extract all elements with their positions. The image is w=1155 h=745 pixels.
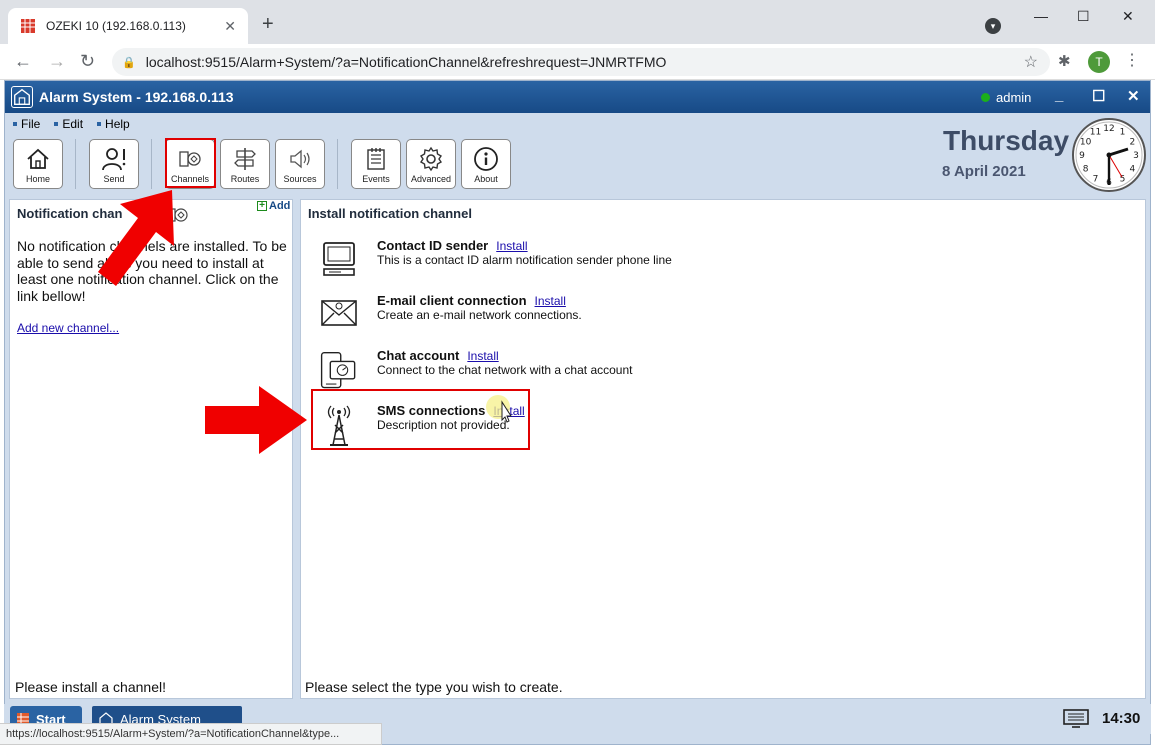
channel-item: Contact ID sender Install This is a conta… bbox=[319, 238, 819, 288]
address-bar-row: ← → ↻ 🔒 localhost:9515/Alarm+System/?a=N… bbox=[0, 44, 1155, 80]
about-button[interactable]: About bbox=[461, 139, 511, 189]
clock-numeral: 12 bbox=[1103, 124, 1114, 134]
date-label: 8 April 2021 bbox=[942, 163, 1026, 180]
clock-numeral: 1 bbox=[1120, 128, 1126, 138]
advanced-button[interactable]: Advanced bbox=[406, 139, 456, 189]
channel-name: Chat account bbox=[377, 348, 460, 363]
channel-description: This is a contact ID alarm notification … bbox=[377, 253, 672, 267]
taskbar-clock: 14:30 bbox=[1102, 710, 1141, 727]
user-status-icon bbox=[981, 93, 990, 102]
toolbar-separator bbox=[337, 139, 338, 189]
clock-numeral: 10 bbox=[1080, 138, 1092, 148]
arrow-to-sms-icon bbox=[205, 386, 307, 454]
clock-numeral: 11 bbox=[1090, 128, 1101, 138]
app-close-icon[interactable]: ✕ bbox=[1127, 87, 1140, 105]
home-button[interactable]: Home bbox=[13, 139, 63, 189]
clock-numeral: 3 bbox=[1133, 151, 1139, 161]
install-contact-id-link[interactable]: Install bbox=[496, 239, 527, 253]
clock-numeral: 9 bbox=[1079, 151, 1085, 161]
user-name: admin bbox=[996, 90, 1032, 105]
minimize-window-icon[interactable]: — bbox=[1034, 8, 1048, 24]
send-button[interactable]: Send bbox=[89, 139, 139, 189]
clock-numeral: 2 bbox=[1130, 138, 1136, 148]
menu-bar: File Edit Help bbox=[5, 115, 136, 133]
favicon-icon bbox=[21, 19, 35, 33]
clock-numeral: 5 bbox=[1120, 174, 1126, 184]
home-icon bbox=[27, 148, 49, 169]
lock-icon: 🔒 bbox=[122, 56, 136, 69]
day-label: Thursday bbox=[943, 125, 1070, 156]
back-icon[interactable]: ← bbox=[14, 52, 32, 70]
extensions-icon[interactable]: ✱ bbox=[1058, 52, 1071, 70]
forward-icon[interactable]: → bbox=[48, 52, 66, 70]
mouse-pointer-icon bbox=[486, 395, 512, 423]
send-icon bbox=[102, 148, 126, 171]
phone-line-icon bbox=[323, 242, 355, 276]
browser-tab-strip: OZEKI 10 (192.168.0.113) ✕ + ▾ — ☐ ✕ bbox=[0, 0, 1155, 44]
left-status-text: Please install a channel! bbox=[15, 679, 166, 695]
channel-item: E-mail client connection Install Create a… bbox=[319, 293, 819, 343]
analog-clock-icon: 121234567891011 bbox=[1072, 118, 1146, 192]
channel-description: Connect to the chat network with a chat … bbox=[377, 363, 633, 377]
install-chat-link[interactable]: Install bbox=[467, 349, 498, 363]
tab-title: OZEKI 10 (192.168.0.113) bbox=[46, 19, 186, 33]
info-icon bbox=[474, 147, 498, 171]
right-status-text: Please select the type you wish to creat… bbox=[305, 679, 563, 695]
clock-numeral: 7 bbox=[1093, 174, 1099, 184]
tab-search-icon[interactable]: ▾ bbox=[985, 18, 1001, 34]
sources-button[interactable]: Sources bbox=[275, 139, 325, 189]
url-text: localhost:9515/Alarm+System/?a=Notificat… bbox=[145, 54, 667, 70]
monitor-icon[interactable] bbox=[1062, 708, 1090, 730]
routes-icon bbox=[234, 148, 256, 170]
maximize-window-icon[interactable]: ☐ bbox=[1077, 8, 1090, 25]
user-indicator[interactable]: admin bbox=[981, 90, 1031, 105]
events-icon bbox=[367, 148, 385, 170]
arrow-to-channels-icon bbox=[98, 190, 174, 286]
reload-icon[interactable]: ↻ bbox=[80, 52, 95, 70]
url-input[interactable]: 🔒 localhost:9515/Alarm+System/?a=Notific… bbox=[112, 48, 1050, 76]
clock-numeral: 4 bbox=[1130, 165, 1136, 175]
close-window-icon[interactable]: ✕ bbox=[1122, 8, 1134, 25]
menu-file[interactable]: File bbox=[13, 115, 40, 133]
browser-tab[interactable]: OZEKI 10 (192.168.0.113) ✕ bbox=[8, 8, 248, 44]
new-tab-button[interactable]: + bbox=[262, 14, 274, 34]
app-minimize-icon[interactable]: _ bbox=[1055, 87, 1063, 104]
channel-description: Create an e-mail network connections. bbox=[377, 308, 582, 322]
link-status-bar: https://localhost:9515/Alarm+System/?a=N… bbox=[0, 723, 382, 745]
add-new-channel-link[interactable]: Add new channel... bbox=[17, 321, 119, 335]
right-panel-title: Install notification channel bbox=[308, 206, 472, 221]
events-button[interactable]: Events bbox=[351, 139, 401, 189]
channels-highlight-box bbox=[165, 138, 216, 188]
app-maximize-icon[interactable]: ☐ bbox=[1092, 87, 1105, 105]
clock-numeral: 8 bbox=[1083, 165, 1089, 175]
routes-button[interactable]: Routes bbox=[220, 139, 270, 189]
channel-name: Contact ID sender bbox=[377, 238, 489, 253]
star-icon[interactable]: ☆ bbox=[1024, 52, 1038, 72]
chat-icon bbox=[320, 352, 356, 389]
sources-icon bbox=[290, 149, 310, 169]
menu-icon[interactable]: ⋮ bbox=[1124, 50, 1140, 70]
add-channel-button[interactable]: + Add bbox=[257, 200, 290, 212]
tab-close-icon[interactable]: ✕ bbox=[224, 18, 236, 35]
gear-icon bbox=[420, 146, 442, 172]
plus-icon: + bbox=[257, 201, 267, 211]
install-email-link[interactable]: Install bbox=[535, 294, 566, 308]
toolbar-separator bbox=[151, 139, 152, 189]
email-icon bbox=[321, 300, 357, 326]
alarm-system-logo-icon bbox=[11, 86, 33, 108]
menu-edit[interactable]: Edit bbox=[54, 115, 83, 133]
toolbar-separator bbox=[75, 139, 76, 189]
channel-name: E-mail client connection bbox=[377, 293, 527, 308]
menu-help[interactable]: Help bbox=[97, 115, 130, 133]
profile-avatar[interactable]: T bbox=[1088, 51, 1110, 73]
app-title: Alarm System - 192.168.0.113 bbox=[39, 89, 234, 105]
app-titlebar: Alarm System - 192.168.0.113 admin _ ☐ ✕ bbox=[5, 81, 1150, 113]
